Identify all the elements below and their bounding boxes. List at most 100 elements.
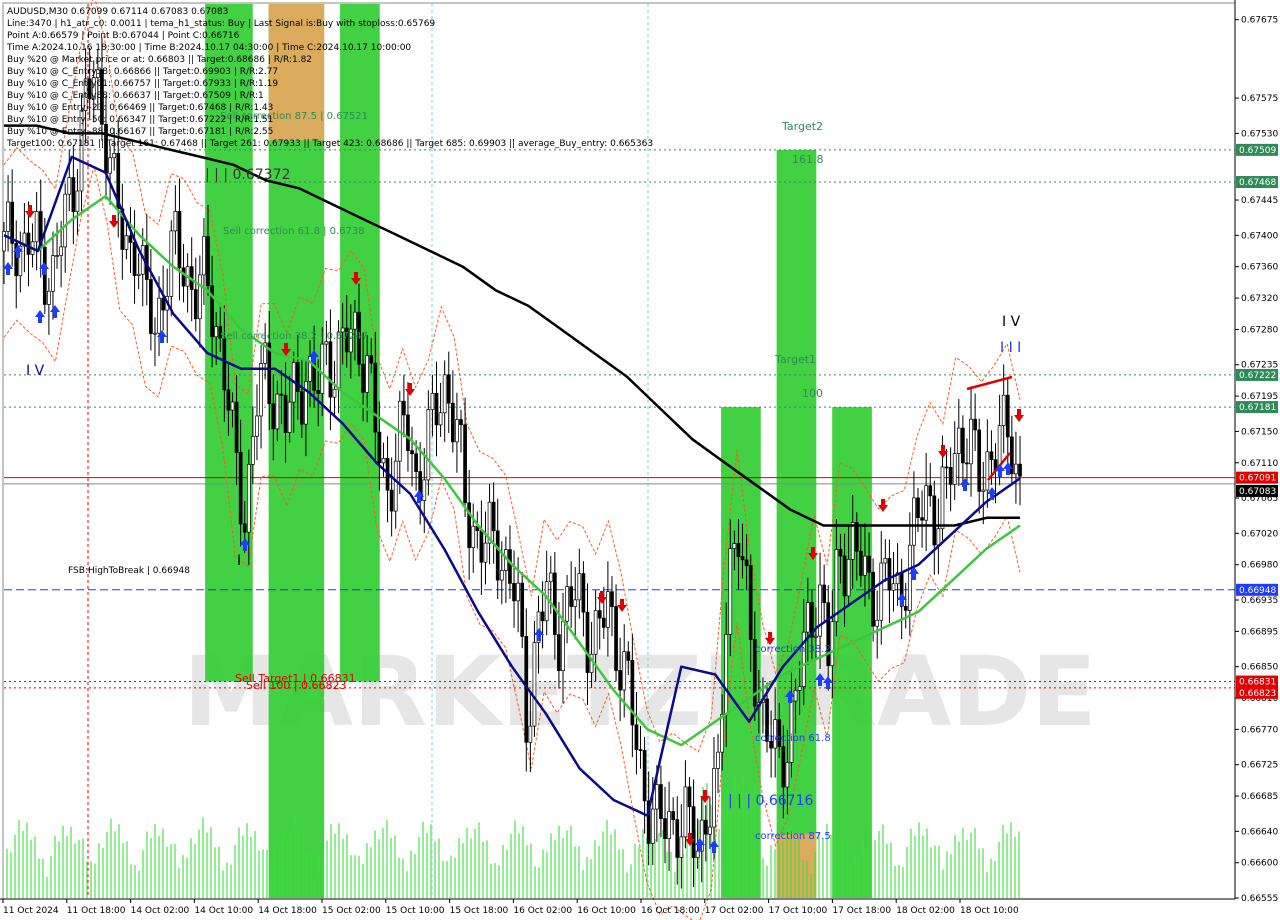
candle-body [940, 466, 945, 530]
header-line-8: Buy %10 @ Entry -23: 0.66469 || Target:0… [7, 103, 273, 113]
candle-body [846, 559, 851, 597]
volume-bar [166, 846, 168, 898]
volume-bar [66, 836, 68, 898]
x-tick-label: 14 Oct 10:00 [194, 906, 253, 916]
volume-bar [1002, 824, 1004, 898]
volume-bar [382, 828, 384, 898]
candle-body [695, 850, 700, 858]
candle-body [618, 670, 622, 691]
candle-body [826, 602, 831, 667]
volume-bar [798, 837, 800, 898]
candle-body [512, 583, 516, 602]
candle-body [402, 400, 406, 416]
candle-body [859, 550, 863, 576]
volume-bar [94, 863, 96, 898]
volume-bar [690, 843, 692, 898]
volume-bar [366, 843, 368, 898]
candle-body [659, 784, 663, 819]
x-tick-label: 18 Oct 10:00 [960, 906, 1019, 916]
volume-bar [394, 835, 396, 898]
wave-iii-right-label: I I I [1000, 340, 1021, 356]
volume-bar [566, 830, 568, 898]
volume-bar [42, 858, 44, 898]
y-tick-label: 0.67400 [1241, 231, 1278, 241]
candle-body [471, 525, 476, 548]
candle-body [365, 355, 369, 393]
volume-bar [214, 847, 216, 898]
level-66716-label: | | | 0.66716 [728, 793, 813, 809]
volume-bar [34, 836, 36, 898]
volume-bar [178, 867, 180, 898]
x-tick-label: 11 Oct 2024 [3, 906, 59, 916]
volume-bar [950, 853, 952, 898]
candle-body [426, 409, 431, 481]
price-chart[interactable]: MARKETZITRADE Sell correction 87.5 | 0.6… [0, 0, 1280, 920]
candle-body [393, 460, 398, 512]
volume-bar [514, 820, 516, 898]
y-tick-label: 0.66980 [1241, 561, 1278, 571]
x-tick-label: 18 Oct 02:00 [896, 906, 955, 916]
candle-body [879, 562, 884, 621]
volume-bar [978, 848, 980, 898]
wave-iv-left-label: I V [26, 363, 45, 379]
correction-382-label: correction 38.2 [755, 644, 831, 655]
volume-bar [258, 850, 260, 898]
volume-bar [398, 857, 400, 898]
candle-body [320, 343, 325, 394]
candle-body [246, 464, 251, 533]
volume-bar [454, 857, 456, 898]
volume-bar [850, 863, 852, 898]
volume-bar [698, 820, 700, 898]
volume-bar [342, 838, 344, 898]
candle-body [6, 201, 10, 232]
volume-bar [778, 832, 780, 898]
candle-body [446, 374, 451, 404]
volume-bar [322, 859, 324, 898]
volume-bar [330, 824, 332, 898]
candle-body [251, 436, 255, 465]
candle-body [508, 549, 512, 584]
candle-body [255, 415, 259, 437]
candle-body [438, 412, 443, 426]
candle-body [663, 818, 667, 839]
volume-bar [450, 855, 452, 898]
candle-body [961, 427, 965, 464]
volume-bar [486, 840, 488, 898]
candle-body [973, 418, 977, 431]
candle-body [944, 466, 949, 469]
candle-body [720, 713, 724, 753]
candle-body [985, 451, 990, 491]
volume-bar [378, 839, 380, 898]
candle-body [287, 401, 292, 433]
volume-bar [70, 826, 72, 898]
header-line-6: Buy %10 @ C_Entry61: 0.66757 || Target:0… [7, 79, 278, 89]
candle-body [593, 610, 598, 655]
volume-bar [802, 860, 804, 898]
volume-bar [226, 862, 228, 898]
candle-body [328, 341, 333, 398]
candle-body [112, 152, 117, 159]
volume-bar [610, 834, 612, 898]
y-tick-label: 0.67150 [1241, 427, 1278, 437]
volume-bar [570, 825, 572, 898]
volume-bar [814, 852, 816, 898]
volume-bar [102, 847, 104, 898]
candle-body [491, 501, 496, 532]
volume-bar [306, 852, 308, 898]
chart-window[interactable]: MARKETZITRADE Sell correction 87.5 | 0.6… [0, 0, 1280, 920]
volume-bar [18, 819, 20, 898]
volume-bar [78, 839, 80, 898]
candle-body [332, 388, 337, 398]
volume-bar [854, 857, 856, 898]
volume-bar [370, 847, 372, 898]
volume-bar [1010, 822, 1012, 898]
volume-bar [354, 855, 356, 898]
candle-body [55, 255, 59, 257]
candle-body [483, 542, 488, 563]
volume-bar [818, 832, 820, 898]
volume-bar [574, 846, 576, 898]
volume-bar [626, 872, 628, 898]
x-tick-label: 15 Oct 18:00 [450, 906, 509, 916]
volume-bar [106, 831, 108, 898]
volume-bar [686, 835, 688, 898]
